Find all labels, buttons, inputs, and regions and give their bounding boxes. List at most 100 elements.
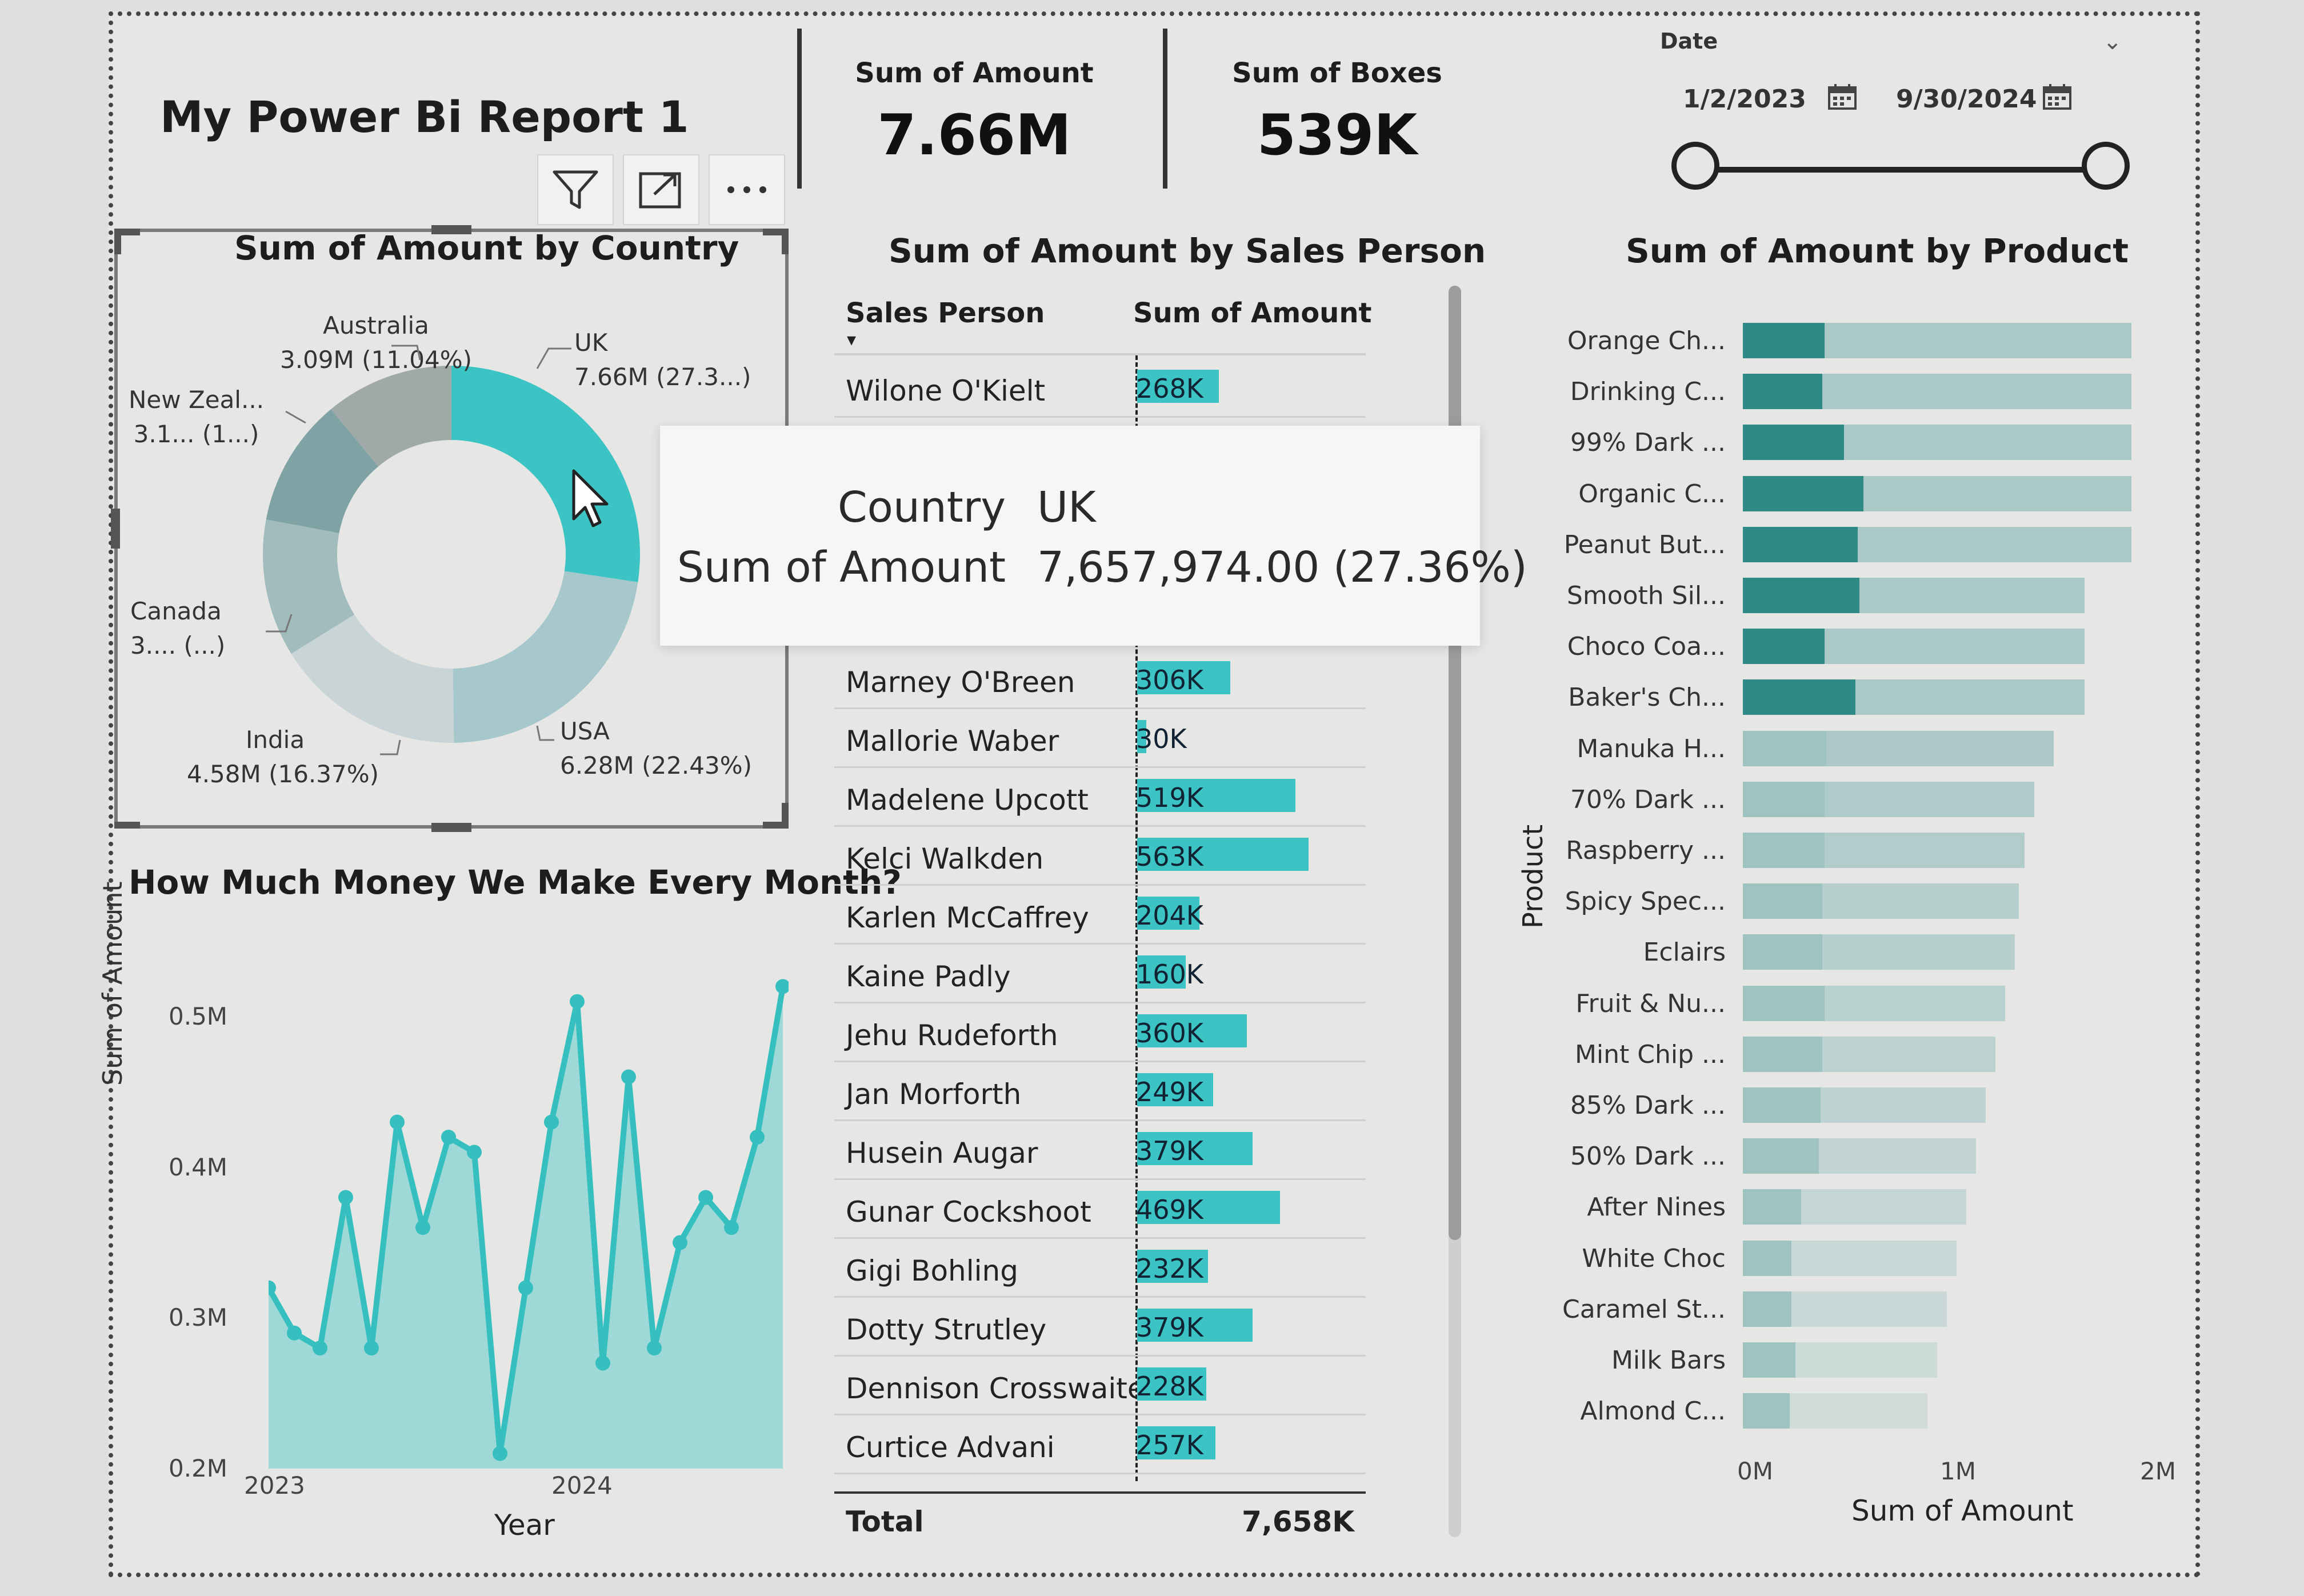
calendar-icon[interactable] <box>1827 83 1857 113</box>
kpi-label-boxes: Sum of Boxes <box>1232 57 1442 89</box>
area-y-tick: 0.2M <box>169 1454 228 1482</box>
kpi-value-amount: 7.66M <box>877 103 1071 168</box>
product-bar[interactable] <box>1743 679 1856 715</box>
area-data-point[interactable] <box>570 994 585 1009</box>
area-data-point[interactable] <box>775 979 789 994</box>
date-slider-end-handle[interactable] <box>2082 142 2130 190</box>
product-bar[interactable] <box>1743 1036 1823 1072</box>
column-header-sales-person[interactable]: Sales Person <box>846 297 1045 329</box>
total-label: Total <box>846 1505 924 1538</box>
table-row[interactable]: Karlen McCaffrey 204K <box>834 884 1366 945</box>
table-row[interactable]: Kaine Padly 160K <box>834 943 1366 1003</box>
divider <box>797 29 802 189</box>
sales-person-name: Karlen McCaffrey <box>846 901 1089 934</box>
table-row[interactable]: Wilone O'Kielt 268K <box>834 357 1366 418</box>
table-row[interactable]: Kelci Walkden 563K <box>834 825 1366 886</box>
table-row[interactable]: Husein Augar 379K <box>834 1119 1366 1180</box>
area-data-point[interactable] <box>287 1325 302 1341</box>
product-label: Baker's Ch... <box>1568 683 1726 713</box>
area-data-point[interactable] <box>338 1190 353 1205</box>
product-bar[interactable] <box>1743 475 1863 511</box>
focus-mode-icon[interactable] <box>623 154 699 225</box>
area-data-point[interactable] <box>621 1069 636 1085</box>
sales-person-name: Dotty Strutley <box>846 1313 1047 1346</box>
date-slider-start-handle[interactable] <box>1671 142 1719 190</box>
area-data-point[interactable] <box>750 1130 765 1145</box>
table-row[interactable]: Gunar Cockshoot 469K <box>834 1178 1366 1239</box>
product-bar[interactable] <box>1743 781 1825 817</box>
product-bar[interactable] <box>1743 1087 1821 1123</box>
product-bar[interactable] <box>1743 833 1825 868</box>
product-bar[interactable] <box>1743 934 1823 970</box>
product-bar[interactable] <box>1743 578 1859 613</box>
more-options-icon[interactable] <box>709 154 785 225</box>
area-data-point[interactable] <box>698 1190 713 1205</box>
sales-person-name: Marney O'Breen <box>846 666 1075 699</box>
table-row[interactable]: Dotty Strutley 379K <box>834 1296 1366 1357</box>
divider <box>1163 29 1167 189</box>
table-row[interactable]: Dennison Crosswaite 228K <box>834 1355 1366 1415</box>
product-label: 50% Dark ... <box>1570 1142 1726 1171</box>
sort-arrow-icon[interactable]: ▾ <box>847 329 856 350</box>
table-row[interactable]: Gigi Bohling 232K <box>834 1237 1366 1298</box>
area-data-point[interactable] <box>364 1341 379 1356</box>
area-data-point[interactable] <box>493 1446 507 1461</box>
area-data-point[interactable] <box>313 1341 327 1356</box>
date-start-input[interactable]: 1/2/2023 <box>1683 85 1806 114</box>
area-data-point[interactable] <box>595 1355 610 1371</box>
table-header-divider <box>834 353 1366 355</box>
product-bar[interactable] <box>1743 1240 1791 1276</box>
sales-amount-value: 30K <box>1136 723 1187 754</box>
product-bar[interactable] <box>1743 629 1825 665</box>
area-data-point[interactable] <box>518 1280 533 1295</box>
date-slider-track[interactable] <box>1697 167 2109 173</box>
area-x-axis-title: Year <box>494 1509 555 1542</box>
product-label: Choco Coa... <box>1567 632 1726 662</box>
table-row[interactable]: Mallorie Waber 30K <box>834 707 1366 768</box>
chevron-down-icon[interactable]: ⌄ <box>2103 29 2122 55</box>
table-row[interactable]: Jan Morforth 249K <box>834 1061 1366 1121</box>
table-row[interactable]: Curtice Advani 257K <box>834 1414 1366 1474</box>
table-row[interactable]: Jehu Rudeforth 360K <box>834 1002 1366 1062</box>
product-bar[interactable] <box>1743 1189 1801 1225</box>
table-row[interactable]: Marney O'Breen 306K <box>834 649 1366 709</box>
filter-icon[interactable] <box>537 154 614 225</box>
product-bar[interactable] <box>1743 985 1825 1021</box>
area-x-tick: 2023 <box>244 1471 305 1499</box>
sales-amount-value: 469K <box>1136 1194 1203 1225</box>
sales-person-name: Curtice Advani <box>846 1431 1055 1464</box>
area-data-point[interactable] <box>724 1220 739 1235</box>
product-bar[interactable] <box>1743 323 1825 358</box>
product-bar[interactable] <box>1743 1291 1791 1327</box>
product-bar[interactable] <box>1743 730 1827 766</box>
sales-table-title: Sum of Amount by Sales Person <box>889 231 1486 270</box>
area-data-point[interactable] <box>467 1145 482 1160</box>
product-bar[interactable] <box>1743 883 1823 919</box>
sales-person-name: Dennison Crosswaite <box>846 1372 1145 1405</box>
area-data-point[interactable] <box>269 1280 276 1295</box>
sales-amount-value: 160K <box>1136 959 1203 990</box>
column-header-sum-of-amount[interactable]: Sum of Amount <box>1133 297 1371 329</box>
product-bar[interactable] <box>1743 374 1823 410</box>
area-data-point[interactable] <box>544 1114 559 1130</box>
area-data-point[interactable] <box>647 1341 662 1356</box>
product-label: Orange Ch... <box>1567 326 1726 355</box>
product-bar[interactable] <box>1743 1342 1795 1378</box>
product-bar[interactable] <box>1743 425 1844 461</box>
calendar-icon[interactable] <box>2042 83 2072 113</box>
area-y-tick: 0.4M <box>169 1153 228 1181</box>
area-data-point[interactable] <box>673 1235 687 1250</box>
sales-amount-value: 249K <box>1136 1077 1203 1107</box>
product-bar[interactable] <box>1743 1138 1819 1174</box>
sales-amount-value: 519K <box>1136 782 1203 813</box>
date-end-input[interactable]: 9/30/2024 <box>1896 85 2037 114</box>
table-row[interactable]: Madelene Upcott 519K <box>834 766 1366 827</box>
area-data-point[interactable] <box>390 1114 405 1130</box>
area-data-point[interactable] <box>441 1130 456 1145</box>
area-data-point[interactable] <box>415 1220 430 1235</box>
product-bar[interactable] <box>1743 526 1858 562</box>
product-bar[interactable] <box>1743 1393 1790 1429</box>
product-label: Caramel St... <box>1562 1294 1726 1324</box>
product-x-tick: 0M <box>1737 1457 1773 1485</box>
area-chart[interactable] <box>269 971 789 1469</box>
